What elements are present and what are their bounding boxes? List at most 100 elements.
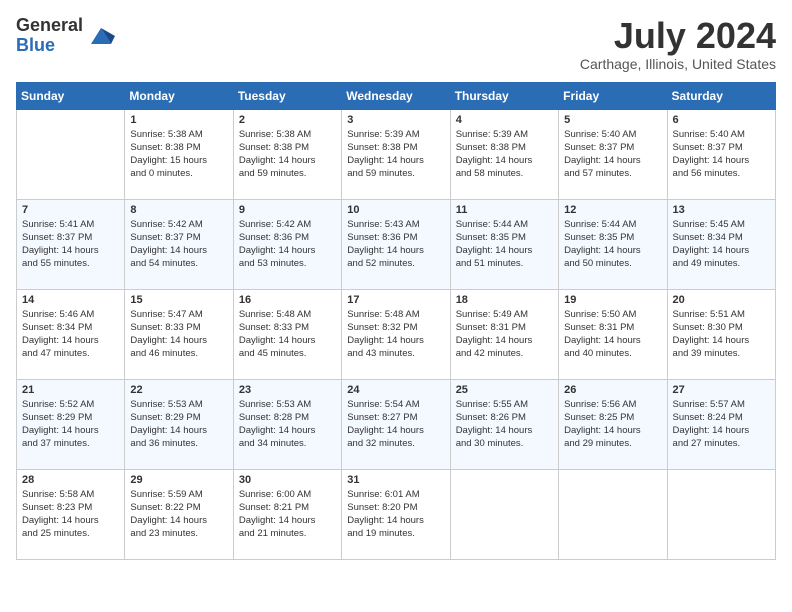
calendar-cell: 3 Sunrise: 5:39 AM Sunset: 8:38 PM Daylig… [342, 109, 450, 199]
column-header-sunday: Sunday [17, 82, 125, 109]
day-number: 1 [130, 114, 227, 126]
day-info: Sunrise: 5:47 AM Sunset: 8:33 PM Dayligh… [130, 308, 227, 361]
day-number: 15 [130, 294, 227, 306]
day-number: 16 [239, 294, 336, 306]
calendar-cell: 28Sunrise: 5:58 AM Sunset: 8:23 PM Dayli… [17, 469, 125, 559]
week-row-2: 7 Sunrise: 5:41 AM Sunset: 8:37 PM Daylig… [17, 199, 776, 289]
calendar-cell [17, 109, 125, 199]
day-info: Sunrise: 5:42 AM Sunset: 8:37 PM Dayligh… [130, 218, 227, 271]
day-info: Sunrise: 6:00 AM Sunset: 8:21 PM Dayligh… [239, 488, 336, 541]
day-number: 14 [22, 294, 119, 306]
column-header-tuesday: Tuesday [233, 82, 341, 109]
day-number: 26 [564, 384, 661, 396]
day-number: 31 [347, 474, 444, 486]
location-subtitle: Carthage, Illinois, United States [580, 56, 776, 72]
calendar-cell: 14 Sunrise: 5:46 AM Sunset: 8:34 PM Dayli… [17, 289, 125, 379]
day-info: Sunrise: 5:38 AM Sunset: 8:38 PM Dayligh… [239, 128, 336, 181]
calendar-cell: 9 Sunrise: 5:42 AM Sunset: 8:36 PM Daylig… [233, 199, 341, 289]
calendar-cell: 26 Sunrise: 5:56 AM Sunset: 8:25 PM Dayli… [559, 379, 667, 469]
day-number: 25 [456, 384, 553, 396]
calendar-cell: 10 Sunrise: 5:43 AM Sunset: 8:36 PM Dayli… [342, 199, 450, 289]
logo: General Blue [16, 16, 115, 56]
calendar-cell: 8 Sunrise: 5:42 AM Sunset: 8:37 PM Daylig… [125, 199, 233, 289]
day-number: 20 [673, 294, 770, 306]
day-number: 22 [130, 384, 227, 396]
page-header: General Blue July 2024 Carthage, Illinoi… [16, 16, 776, 72]
day-info: Sunrise: 5:59 AM Sunset: 8:22 PM Dayligh… [130, 488, 227, 541]
calendar-cell: 2 Sunrise: 5:38 AM Sunset: 8:38 PM Daylig… [233, 109, 341, 199]
logo-blue-text: Blue [16, 36, 83, 56]
calendar-cell: 25 Sunrise: 5:55 AM Sunset: 8:26 PM Dayli… [450, 379, 558, 469]
day-info: Sunrise: 5:42 AM Sunset: 8:36 PM Dayligh… [239, 218, 336, 271]
week-row-5: 28Sunrise: 5:58 AM Sunset: 8:23 PM Dayli… [17, 469, 776, 559]
day-number: 3 [347, 114, 444, 126]
day-number: 9 [239, 204, 336, 216]
logo-icon [87, 22, 115, 50]
calendar-table: SundayMondayTuesdayWednesdayThursdayFrid… [16, 82, 776, 560]
day-number: 5 [564, 114, 661, 126]
day-info: Sunrise: 6:01 AM Sunset: 8:20 PM Dayligh… [347, 488, 444, 541]
day-number: 8 [130, 204, 227, 216]
calendar-cell: 30 Sunrise: 6:00 AM Sunset: 8:21 PM Dayli… [233, 469, 341, 559]
day-info: Sunrise: 5:58 AM Sunset: 8:23 PM Dayligh… [22, 488, 119, 541]
day-info: Sunrise: 5:57 AM Sunset: 8:24 PM Dayligh… [673, 398, 770, 451]
week-row-1: 1 Sunrise: 5:38 AM Sunset: 8:38 PM Daylig… [17, 109, 776, 199]
calendar-header-row: SundayMondayTuesdayWednesdayThursdayFrid… [17, 82, 776, 109]
day-number: 27 [673, 384, 770, 396]
calendar-cell: 31 Sunrise: 6:01 AM Sunset: 8:20 PM Dayli… [342, 469, 450, 559]
day-number: 12 [564, 204, 661, 216]
day-info: Sunrise: 5:46 AM Sunset: 8:34 PM Dayligh… [22, 308, 119, 361]
day-info: Sunrise: 5:43 AM Sunset: 8:36 PM Dayligh… [347, 218, 444, 271]
day-info: Sunrise: 5:55 AM Sunset: 8:26 PM Dayligh… [456, 398, 553, 451]
calendar-cell: 20 Sunrise: 5:51 AM Sunset: 8:30 PM Dayli… [667, 289, 775, 379]
day-number: 30 [239, 474, 336, 486]
day-info: Sunrise: 5:51 AM Sunset: 8:30 PM Dayligh… [673, 308, 770, 361]
calendar-cell: 27 Sunrise: 5:57 AM Sunset: 8:24 PM Dayli… [667, 379, 775, 469]
week-row-4: 21 Sunrise: 5:52 AM Sunset: 8:29 PM Dayli… [17, 379, 776, 469]
day-info: Sunrise: 5:48 AM Sunset: 8:33 PM Dayligh… [239, 308, 336, 361]
calendar-cell: 5Sunrise: 5:40 AM Sunset: 8:37 PM Daylig… [559, 109, 667, 199]
day-number: 19 [564, 294, 661, 306]
day-info: Sunrise: 5:56 AM Sunset: 8:25 PM Dayligh… [564, 398, 661, 451]
day-info: Sunrise: 5:49 AM Sunset: 8:31 PM Dayligh… [456, 308, 553, 361]
day-number: 4 [456, 114, 553, 126]
day-info: Sunrise: 5:39 AM Sunset: 8:38 PM Dayligh… [347, 128, 444, 181]
calendar-cell: 1 Sunrise: 5:38 AM Sunset: 8:38 PM Daylig… [125, 109, 233, 199]
calendar-cell: 29 Sunrise: 5:59 AM Sunset: 8:22 PM Dayli… [125, 469, 233, 559]
day-info: Sunrise: 5:50 AM Sunset: 8:31 PM Dayligh… [564, 308, 661, 361]
column-header-saturday: Saturday [667, 82, 775, 109]
day-info: Sunrise: 5:40 AM Sunset: 8:37 PM Dayligh… [673, 128, 770, 181]
day-info: Sunrise: 5:53 AM Sunset: 8:29 PM Dayligh… [130, 398, 227, 451]
column-header-friday: Friday [559, 82, 667, 109]
calendar-cell: 13Sunrise: 5:45 AM Sunset: 8:34 PM Dayli… [667, 199, 775, 289]
day-number: 10 [347, 204, 444, 216]
day-number: 29 [130, 474, 227, 486]
calendar-cell: 23 Sunrise: 5:53 AM Sunset: 8:28 PM Dayli… [233, 379, 341, 469]
day-number: 7 [22, 204, 119, 216]
day-info: Sunrise: 5:52 AM Sunset: 8:29 PM Dayligh… [22, 398, 119, 451]
day-info: Sunrise: 5:38 AM Sunset: 8:38 PM Dayligh… [130, 128, 227, 181]
calendar-cell [559, 469, 667, 559]
week-row-3: 14 Sunrise: 5:46 AM Sunset: 8:34 PM Dayli… [17, 289, 776, 379]
calendar-cell: 17Sunrise: 5:48 AM Sunset: 8:32 PM Dayli… [342, 289, 450, 379]
day-info: Sunrise: 5:53 AM Sunset: 8:28 PM Dayligh… [239, 398, 336, 451]
day-number: 21 [22, 384, 119, 396]
day-number: 17 [347, 294, 444, 306]
calendar-cell: 18Sunrise: 5:49 AM Sunset: 8:31 PM Dayli… [450, 289, 558, 379]
calendar-cell: 12Sunrise: 5:44 AM Sunset: 8:35 PM Dayli… [559, 199, 667, 289]
day-info: Sunrise: 5:41 AM Sunset: 8:37 PM Dayligh… [22, 218, 119, 271]
calendar-cell: 21 Sunrise: 5:52 AM Sunset: 8:29 PM Dayli… [17, 379, 125, 469]
calendar-cell: 19 Sunrise: 5:50 AM Sunset: 8:31 PM Dayli… [559, 289, 667, 379]
calendar-cell: 6 Sunrise: 5:40 AM Sunset: 8:37 PM Daylig… [667, 109, 775, 199]
calendar-cell: 22 Sunrise: 5:53 AM Sunset: 8:29 PM Dayli… [125, 379, 233, 469]
calendar-cell: 7 Sunrise: 5:41 AM Sunset: 8:37 PM Daylig… [17, 199, 125, 289]
day-number: 23 [239, 384, 336, 396]
calendar-cell: 24Sunrise: 5:54 AM Sunset: 8:27 PM Dayli… [342, 379, 450, 469]
day-number: 11 [456, 204, 553, 216]
day-number: 6 [673, 114, 770, 126]
month-year-title: July 2024 [580, 16, 776, 56]
day-number: 2 [239, 114, 336, 126]
calendar-cell: 4Sunrise: 5:39 AM Sunset: 8:38 PM Daylig… [450, 109, 558, 199]
calendar-cell: 11Sunrise: 5:44 AM Sunset: 8:35 PM Dayli… [450, 199, 558, 289]
calendar-cell: 15 Sunrise: 5:47 AM Sunset: 8:33 PM Dayli… [125, 289, 233, 379]
